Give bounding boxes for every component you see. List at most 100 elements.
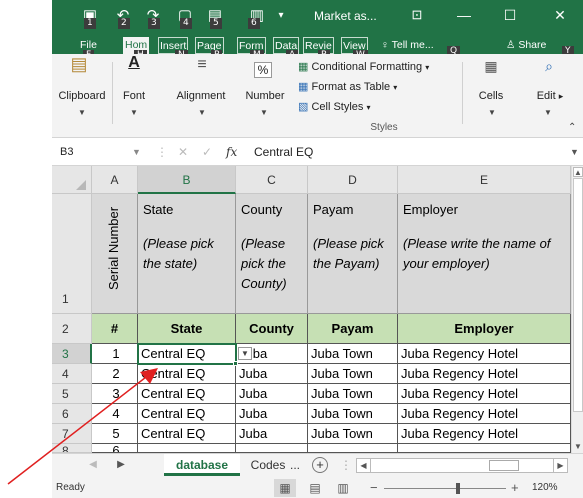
field-header-payam[interactable]: Payam xyxy=(308,314,398,344)
cell-styles-button[interactable]: ▧ Cell Styles ▾ xyxy=(298,100,371,113)
cells-group[interactable]: Cells xyxy=(472,90,510,102)
next-sheet-icon[interactable]: ▶ xyxy=(112,454,130,476)
sheet-tab-database[interactable]: database xyxy=(164,454,240,476)
conditional-formatting-button[interactable]: ▦ Conditional Formatting ▾ xyxy=(298,60,429,73)
insert-function-icon[interactable]: fx xyxy=(226,142,237,162)
zoom-slider-thumb[interactable] xyxy=(456,483,460,494)
row-header-1[interactable]: 1 xyxy=(52,194,92,314)
column-header-e[interactable]: E xyxy=(398,166,571,194)
page-break-view-icon[interactable]: ▥ xyxy=(332,479,354,497)
table-cell[interactable]: Juba Town xyxy=(308,344,398,364)
field-header-serial[interactable]: # xyxy=(92,314,138,344)
sheet-tab-codes[interactable]: Codes xyxy=(248,454,288,476)
table-cell[interactable] xyxy=(398,444,571,453)
field-header-county[interactable]: County xyxy=(236,314,308,344)
prev-sheet-icon[interactable]: ◀ xyxy=(84,454,102,476)
table-cell[interactable]: Juba Town xyxy=(308,424,398,444)
employer-header-cell[interactable]: Employer (Please write the name of your … xyxy=(398,194,571,314)
zoom-out-icon[interactable]: − xyxy=(370,480,378,495)
table-cell[interactable]: Juba Regency Hotel xyxy=(398,384,571,404)
row-header-6[interactable]: 6 xyxy=(52,404,92,424)
table-cell[interactable]: 6 xyxy=(92,444,138,453)
normal-view-icon[interactable]: ▦ xyxy=(274,479,296,497)
scroll-right-arrow-icon[interactable]: ▶ xyxy=(553,459,567,472)
horizontal-scroll-thumb[interactable] xyxy=(489,460,519,471)
table-cell[interactable]: Juba Town xyxy=(308,404,398,424)
zoom-level[interactable]: 120% xyxy=(532,482,558,493)
collapse-ribbon-icon[interactable]: ⌃ xyxy=(568,122,576,133)
field-header-state[interactable]: State xyxy=(138,314,236,344)
table-cell[interactable]: Juba xyxy=(236,404,308,424)
enter-icon[interactable]: ✓ xyxy=(202,142,212,162)
state-header-cell[interactable]: State (Please pick the state) xyxy=(138,194,236,314)
payam-header-cell[interactable]: Payam (Please pick the Payam) xyxy=(308,194,398,314)
tell-me-search[interactable]: ♀ Tell me... xyxy=(379,37,436,54)
county-header-cell[interactable]: County (Please pick the County) xyxy=(236,194,308,314)
validation-dropdown-button[interactable]: ▼ xyxy=(238,347,252,360)
more-sheets-button[interactable]: ... xyxy=(286,454,304,476)
table-cell[interactable] xyxy=(308,444,398,453)
table-cell[interactable] xyxy=(236,444,308,453)
table-cell[interactable]: 3 xyxy=(92,384,138,404)
row-header-3[interactable]: 3 xyxy=(52,344,92,364)
scroll-thumb[interactable] xyxy=(573,178,583,412)
clipboard-group[interactable]: Clipboard xyxy=(54,90,110,102)
table-cell[interactable]: Central EQ xyxy=(138,364,236,384)
table-cell[interactable]: 5 xyxy=(92,424,138,444)
share-button[interactable]: ♙ Share xyxy=(504,37,548,54)
select-all-corner[interactable] xyxy=(52,166,92,194)
table-cell[interactable]: Juba Town xyxy=(308,384,398,404)
column-header-a[interactable]: A xyxy=(92,166,138,194)
column-header-c[interactable]: C xyxy=(236,166,308,194)
page-layout-view-icon[interactable]: ▤ xyxy=(304,479,326,497)
table-cell[interactable]: 1 xyxy=(92,344,138,364)
close-button[interactable]: ✕ xyxy=(542,4,578,26)
zoom-slider-track[interactable] xyxy=(384,488,506,489)
font-group[interactable]: Font xyxy=(118,90,150,102)
serial-number-header[interactable]: Serial Number xyxy=(92,194,138,314)
field-header-employer[interactable]: Employer xyxy=(398,314,571,344)
zoom-in-icon[interactable]: + xyxy=(511,480,519,495)
table-cell[interactable]: Juba Regency Hotel xyxy=(398,344,571,364)
row-header-5[interactable]: 5 xyxy=(52,384,92,404)
tab-splitter-icon[interactable]: ⋮ xyxy=(340,454,352,476)
scroll-down-arrow-icon[interactable]: ▼ xyxy=(573,442,583,452)
row-header-8[interactable]: 8 xyxy=(52,444,92,453)
number-group[interactable]: Number xyxy=(240,90,290,102)
horizontal-scrollbar[interactable]: ◀ ▶ xyxy=(356,458,568,473)
table-cell[interactable]: Juba Regency Hotel xyxy=(398,364,571,384)
table-cell[interactable]: Juba Town xyxy=(308,364,398,384)
cancel-icon[interactable]: ✕ xyxy=(178,142,188,162)
column-header-d[interactable]: D xyxy=(308,166,398,194)
new-sheet-button[interactable]: + xyxy=(310,454,330,476)
table-cell[interactable]: Central EQ xyxy=(138,404,236,424)
table-cell[interactable]: 2 xyxy=(92,364,138,384)
table-cell[interactable]: Central EQ xyxy=(138,384,236,404)
row-header-7[interactable]: 7 xyxy=(52,424,92,444)
table-cell[interactable]: Juba xyxy=(236,384,308,404)
formula-input[interactable]: Central EQ xyxy=(248,142,578,162)
table-cell[interactable]: 4 xyxy=(92,404,138,424)
customize-toolbar-icon[interactable]: ▾ xyxy=(274,4,288,26)
table-cell[interactable]: Central EQ xyxy=(138,344,236,364)
table-cell[interactable]: Juba xyxy=(236,364,308,384)
table-cell[interactable]: Juba Regency Hotel xyxy=(398,424,571,444)
paste-icon[interactable]: ▤ xyxy=(70,54,88,75)
scroll-up-arrow-icon[interactable]: ▲ xyxy=(573,167,583,177)
table-cell[interactable]: Juba xyxy=(236,424,308,444)
format-as-table-button[interactable]: ▦ Format as Table ▾ xyxy=(298,80,397,93)
fill-handle[interactable] xyxy=(233,361,238,366)
ribbon-display-options-icon[interactable]: ⊡ xyxy=(406,4,428,26)
row-header-4[interactable]: 4 xyxy=(52,364,92,384)
editing-group[interactable]: Edit ▸ xyxy=(526,90,574,102)
column-header-b[interactable]: B xyxy=(138,166,236,194)
scroll-left-arrow-icon[interactable]: ◀ xyxy=(357,459,371,472)
minimize-button[interactable]: — xyxy=(446,4,482,26)
name-box-dropdown-icon[interactable]: ▼ xyxy=(132,142,141,162)
expand-formula-bar-icon[interactable]: ▼ xyxy=(570,142,579,162)
table-cell[interactable] xyxy=(138,444,236,453)
maximize-button[interactable]: ☐ xyxy=(492,4,528,26)
table-cell[interactable]: Central EQ xyxy=(138,424,236,444)
alignment-group[interactable]: Alignment xyxy=(160,90,242,102)
vertical-scrollbar[interactable]: ▲ ▼ xyxy=(571,166,583,453)
